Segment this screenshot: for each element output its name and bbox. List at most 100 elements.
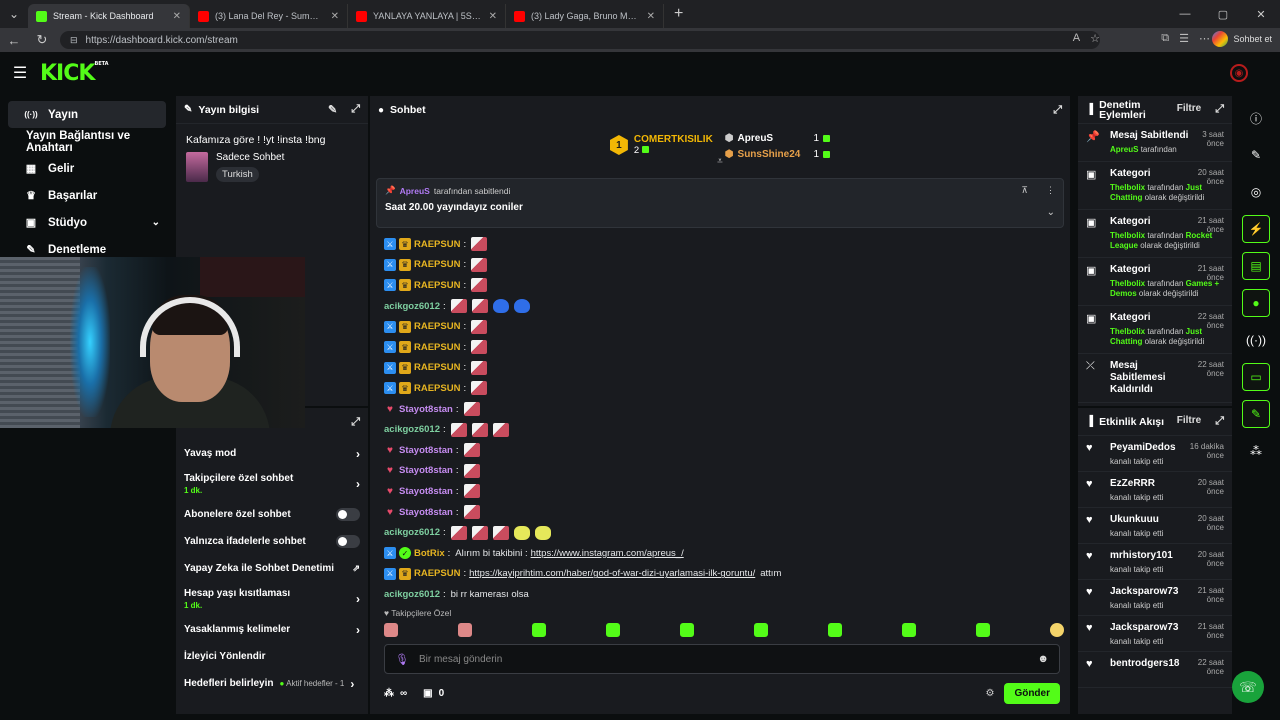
sidebar-item-studyo[interactable]: ▣ Stüdyo ⌄ xyxy=(8,209,166,236)
minimize-icon[interactable]: — xyxy=(1166,0,1204,28)
support-chat-button[interactable]: ☏ xyxy=(1232,671,1264,703)
chat-input[interactable] xyxy=(418,653,1038,665)
chat-link[interactable]: https://www.instagram.com/apreus_/ xyxy=(531,548,684,559)
new-tab-button[interactable]: + xyxy=(664,5,693,23)
unpin-icon[interactable]: ⊼ xyxy=(1021,185,1028,196)
close-window-icon[interactable]: ✕ xyxy=(1242,0,1280,28)
popout-icon[interactable]: ⤢ xyxy=(1215,103,1224,116)
browser-tab[interactable]: Stream - Kick Dashboard ✕ xyxy=(28,4,190,28)
chat-username[interactable]: RAEPSUN xyxy=(414,383,460,394)
emote-button[interactable] xyxy=(1050,623,1064,637)
chat-username[interactable]: BotRix xyxy=(414,548,445,559)
emote-button[interactable] xyxy=(828,623,842,637)
edit-icon[interactable]: ✎ xyxy=(328,103,337,116)
collections-icon[interactable]: ☰ xyxy=(1179,32,1189,45)
sidebar-item-yayin[interactable]: ((·)) Yayın xyxy=(8,101,166,128)
popout-icon[interactable]: ⤢ xyxy=(1053,104,1062,117)
layout-icon[interactable]: ▭ xyxy=(1242,363,1270,391)
chat-settings-gear-icon[interactable]: ⚙ xyxy=(985,688,994,699)
followers-only-row[interactable]: Takipçilere özel sohbet 1 dk. › xyxy=(176,467,368,501)
goals-row[interactable]: Hedefleri belirleyin ● Aktif hedefler - … xyxy=(176,670,368,697)
activity-item[interactable]: ♥ Jacksparow73 kanalı takip etti 21 saat ön… xyxy=(1078,580,1232,616)
reload-icon[interactable]: ↻ xyxy=(28,32,56,48)
close-tab-icon[interactable]: ✕ xyxy=(331,11,339,22)
banned-words-row[interactable]: Yasaklanmış kelimeler › xyxy=(176,616,368,643)
emote-button[interactable] xyxy=(458,623,472,637)
chat-username[interactable]: Stayot8stan xyxy=(399,465,453,476)
back-icon[interactable]: ← xyxy=(0,33,28,48)
leader-second[interactable]: ⬢ ApreuS 1 xyxy=(725,130,831,146)
emote-button[interactable] xyxy=(384,623,398,637)
site-info-icon[interactable]: ⊟ xyxy=(70,35,78,46)
chat-username[interactable]: RAEPSUN xyxy=(414,568,460,579)
chat-username[interactable]: acikgoz6012 xyxy=(384,589,440,600)
activity-item[interactable]: ♥ EzZeRRR kanalı takip etti 20 saat önce xyxy=(1078,472,1232,508)
lightning-icon[interactable]: ⚡ xyxy=(1242,215,1270,243)
emote-button[interactable] xyxy=(976,623,990,637)
chat-username[interactable]: acikgoz6012 xyxy=(384,301,440,312)
pinned-more-icon[interactable]: ⋮ xyxy=(1046,185,1055,196)
maximize-icon[interactable]: ▢ xyxy=(1204,0,1242,28)
activity-item[interactable]: ♥ bentrodgers18 22 saat önce xyxy=(1078,652,1232,688)
chat-username[interactable]: RAEPSUN xyxy=(414,321,460,332)
chat-username[interactable]: acikgoz6012 xyxy=(384,424,440,435)
emotes-only-toggle[interactable] xyxy=(336,535,360,548)
extensions-icon[interactable]: ⧉ xyxy=(1161,32,1169,45)
filter-button[interactable]: Filtre xyxy=(1177,415,1201,428)
activity-item[interactable]: ♥ Jacksparow73 kanalı takip etti 21 saat ön… xyxy=(1078,616,1232,652)
moderation-action-item[interactable]: ▣ Kategori Thelbolix tarafından Just Chatt… xyxy=(1078,306,1232,354)
chat-link[interactable]: https://kayiprihtim.com/haber/god-of-war… xyxy=(469,568,755,579)
emote-button[interactable] xyxy=(606,623,620,637)
browser-tab[interactable]: (3) Lana Del Rey - Summertime ✕ xyxy=(190,4,348,28)
filter-button[interactable]: Filtre xyxy=(1177,103,1201,116)
chat-username[interactable]: RAEPSUN xyxy=(414,259,460,270)
moderation-action-item[interactable]: 📌 Mesaj Sabitlendi ApreuS tarafından 3 saat… xyxy=(1078,124,1232,162)
leader-first[interactable]: 1 COMERTKISILIK 2 xyxy=(609,130,713,160)
chat-username[interactable]: RAEPSUN xyxy=(414,280,460,291)
activity-item[interactable]: ♥ Ukunkuuu kanalı takip etti 20 saat önce xyxy=(1078,508,1232,544)
infinity-points[interactable]: ⁂ ∞ xyxy=(384,688,407,699)
close-tab-icon[interactable]: ✕ xyxy=(173,11,181,22)
ai-moderation-row[interactable]: Yapay Zeka ile Sohbet Denetimi ⇗ xyxy=(176,555,368,582)
more-menu-icon[interactable]: ⋯ xyxy=(1199,32,1210,45)
chat-username[interactable]: Stayot8stan xyxy=(399,507,453,518)
viewer-count[interactable]: ▣ 0 xyxy=(423,688,444,699)
emote-button[interactable] xyxy=(680,623,694,637)
user-avatar[interactable]: ◉ xyxy=(1230,64,1248,82)
chat-username[interactable]: acikgoz6012 xyxy=(384,527,440,538)
send-button[interactable]: Gönder xyxy=(1004,682,1060,704)
info-icon[interactable]: ⓘ xyxy=(1242,104,1270,132)
hamburger-menu-icon[interactable]: ☰ xyxy=(0,63,40,83)
kick-logo[interactable]: KICKBETA xyxy=(40,61,109,86)
chat-username[interactable]: RAEPSUN xyxy=(414,362,460,373)
moderation-action-item[interactable]: ▣ Kategori Thelbolix tarafından Games + De… xyxy=(1078,258,1232,306)
notes-icon[interactable]: ▤ xyxy=(1242,252,1270,280)
wrench-icon[interactable]: ✎ xyxy=(1242,400,1270,428)
url-field[interactable]: ⊟ https://dashboard.kick.com/stream xyxy=(60,31,1100,49)
browser-tab[interactable]: YANLAYA YANLAYA | 5Sinders | Mu ✕ xyxy=(348,4,506,28)
copilot-button[interactable]: Sohbet et xyxy=(1212,31,1272,47)
chat-username[interactable]: Stayot8stan xyxy=(399,445,453,456)
sidebar-item-gelir[interactable]: ▦ Gelir xyxy=(8,155,166,182)
close-tab-icon[interactable]: ✕ xyxy=(489,11,497,22)
emote-button[interactable] xyxy=(532,623,546,637)
slow-mode-row[interactable]: Yavaş mod › xyxy=(176,440,368,467)
favorite-star-icon[interactable]: ☆ xyxy=(1090,32,1100,45)
activity-item[interactable]: ♥ mrhistory101 kanalı takip etti 20 saat ön… xyxy=(1078,544,1232,580)
popout-icon[interactable]: ⤢ xyxy=(1215,415,1224,428)
popout-icon[interactable]: ⤢ xyxy=(351,103,360,116)
chat-username[interactable]: RAEPSUN xyxy=(414,342,460,353)
read-aloud-icon[interactable]: A xyxy=(1073,32,1080,45)
broadcast-icon[interactable]: ((·)) xyxy=(1242,326,1270,354)
chat-username[interactable]: RAEPSUN xyxy=(414,239,460,250)
edit-icon[interactable]: ✎ xyxy=(1242,141,1270,169)
chat-username[interactable]: Stayot8stan xyxy=(399,486,453,497)
chat-username[interactable]: Stayot8stan xyxy=(399,404,453,415)
sidebar-item-basarilar[interactable]: ♛ Başarılar xyxy=(8,182,166,209)
chat-icon[interactable]: ● xyxy=(1242,289,1270,317)
leader-third[interactable]: ⬢ SunsShine24 1 xyxy=(725,146,831,162)
moderation-action-item[interactable]: ⤫ Mesaj Sabitlemesi Kaldırıldı 22 saat önc… xyxy=(1078,354,1232,403)
sidebar-item-stream-key[interactable]: Yayın Bağlantısı ve Anahtarı xyxy=(8,128,166,155)
moderation-action-item[interactable]: ▣ Kategori Thelbolix tarafından Just Chatt… xyxy=(1078,162,1232,210)
microphone-icon[interactable]: 🎙 xyxy=(395,653,409,666)
